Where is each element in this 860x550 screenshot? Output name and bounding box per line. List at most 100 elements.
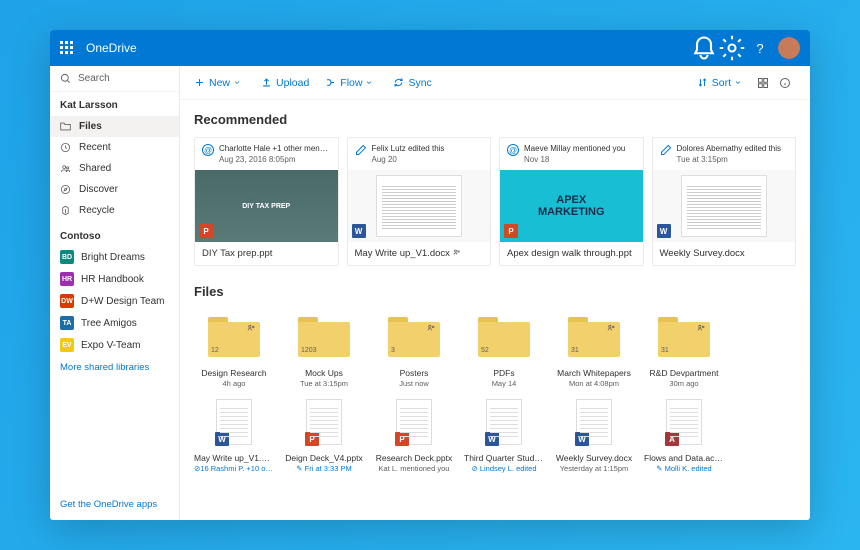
recommended-card[interactable]: @Charlotte Hale +1 other menti...Aug 23,… <box>194 137 339 266</box>
sort-icon <box>697 77 708 88</box>
nav-recent[interactable]: Recent <box>50 137 179 158</box>
file-name: Mock Ups <box>284 368 364 378</box>
info-pane-button[interactable] <box>774 72 796 94</box>
thumbnail <box>681 175 767 237</box>
toolbar: New Upload Flow Sync Sort <box>180 66 810 100</box>
file-item[interactable]: WThird Quarter Study.docx⊘ Lindsey L. ed… <box>464 394 544 473</box>
org-section-label: Contoso <box>50 221 179 246</box>
file-name: Weekly Survey.docx <box>554 453 634 463</box>
recommended-card[interactable]: Felix Lutz edited thisAug 20WMay Write u… <box>347 137 492 266</box>
file-name: Deign Deck_V4.pptx <box>284 453 364 463</box>
file-name: Design Research <box>194 368 274 378</box>
nav-discover[interactable]: Discover <box>50 179 179 200</box>
library-item[interactable]: TATree Amigos <box>50 312 179 334</box>
nav-shared[interactable]: Shared <box>50 158 179 179</box>
share-icon <box>427 323 436 332</box>
mention-icon: @ <box>507 144 519 156</box>
library-item[interactable]: EVExpo V-Team <box>50 334 179 356</box>
activity-time: Aug 23, 2016 8:05pm <box>219 155 329 165</box>
search-box[interactable]: Search <box>50 66 179 92</box>
nav-recycle[interactable]: Recycle <box>50 200 179 221</box>
nav-files[interactable]: Files <box>50 116 179 137</box>
file-name: Posters <box>374 368 454 378</box>
folder-item[interactable]: 12Design Research4h ago <box>194 309 274 388</box>
library-name: D+W Design Team <box>81 296 164 307</box>
item-count: 31 <box>661 347 669 354</box>
item-count: 3 <box>391 347 395 354</box>
file-subtitle: 30m ago <box>644 379 724 388</box>
library-badge: DW <box>60 294 74 308</box>
library-item[interactable]: HR HR Handbook <box>50 268 179 290</box>
activity-time: Tue at 3:15pm <box>677 155 782 165</box>
document-thumbnail: P <box>396 399 432 445</box>
thumbnail: APEXMARKETING <box>500 170 643 242</box>
view-tiles-button[interactable] <box>752 72 774 94</box>
folder-item[interactable]: 3 PostersJust now <box>374 309 454 388</box>
library-item[interactable]: DW D+W Design Team <box>50 290 179 312</box>
powerpoint-icon: P <box>199 224 213 238</box>
document-thumbnail: P <box>306 399 342 445</box>
document-thumbnail: A <box>666 399 702 445</box>
notifications-icon[interactable] <box>690 34 718 62</box>
powerpoint-icon: P <box>305 432 319 446</box>
library-badge: HR <box>60 272 74 286</box>
word-icon: W <box>657 224 671 238</box>
file-item[interactable]: WMay Write up_V1.docx⊘16 Rashmi P. +10 o… <box>194 394 274 473</box>
settings-icon[interactable] <box>718 34 746 62</box>
file-subtitle: May 14 <box>464 379 544 388</box>
file-name: May Write up_V1.docx <box>194 453 274 463</box>
library-name: Expo V-Team <box>81 340 140 351</box>
get-apps-link[interactable]: Get the OneDrive apps <box>50 489 179 520</box>
chevron-down-icon <box>233 77 241 88</box>
flow-button[interactable]: Flow <box>325 77 377 89</box>
thumbnail <box>376 175 462 237</box>
folder-item[interactable]: 52PDFsMay 14 <box>464 309 544 388</box>
file-subtitle: Yesterday at 1:15pm <box>554 464 634 473</box>
chevron-down-icon <box>734 77 742 88</box>
search-placeholder: Search <box>78 73 110 84</box>
folder-item[interactable]: 1203 Mock UpsTue at 3:15pm <box>284 309 364 388</box>
help-icon[interactable]: ? <box>746 34 774 62</box>
file-name: Apex design walk through.ppt <box>500 242 643 265</box>
library-item[interactable]: BDBright Dreams <box>50 246 179 268</box>
share-icon <box>453 248 461 256</box>
file-subtitle: Mon at 4:08pm <box>554 379 634 388</box>
clock-icon <box>60 142 71 153</box>
activity-time: Nov 18 <box>524 155 625 165</box>
file-subtitle: Tue at 3:15pm <box>284 379 364 388</box>
user-avatar[interactable] <box>778 37 800 59</box>
file-subtitle: ⊘16 Rashmi P. +10 others <box>194 464 274 473</box>
sort-button[interactable]: Sort <box>697 77 746 89</box>
app-title: OneDrive <box>86 41 137 55</box>
folder-icon <box>60 121 71 132</box>
info-icon <box>779 77 791 89</box>
file-item[interactable]: PResearch Deck.pptxKat L. mentioned you <box>374 394 454 473</box>
sync-button[interactable]: Sync <box>393 77 431 89</box>
more-libraries-link[interactable]: More shared libraries <box>50 356 179 379</box>
file-name: March Whitepapers <box>554 368 634 378</box>
flow-icon <box>325 77 336 88</box>
activity-text: Charlotte Hale +1 other menti... <box>219 144 329 154</box>
file-item[interactable]: WWeekly Survey.docxYesterday at 1:15pm <box>554 394 634 473</box>
file-subtitle: ⊘ Lindsey L. edited <box>464 464 544 473</box>
plus-icon <box>194 77 205 88</box>
folder-item[interactable]: 31R&D Devpartment30m ago <box>644 309 724 388</box>
powerpoint-icon: P <box>504 224 518 238</box>
sync-icon <box>393 77 404 88</box>
tiles-icon <box>757 77 769 89</box>
app-launcher-icon[interactable] <box>60 41 74 55</box>
recommended-card[interactable]: Dolores Abernathy edited thisTue at 3:15… <box>652 137 797 266</box>
recommended-card[interactable]: @Maeve Millay mentioned youNov 18APEXMAR… <box>499 137 644 266</box>
folder-icon: 31 <box>568 317 620 357</box>
item-count: 1203 <box>301 347 317 354</box>
new-button[interactable]: New <box>194 77 245 89</box>
upload-button[interactable]: Upload <box>261 77 309 89</box>
file-item[interactable]: AFlows and Data.accdb✎ Molli K. edited <box>644 394 724 473</box>
library-name: HR Handbook <box>81 274 144 285</box>
file-subtitle: Just now <box>374 379 454 388</box>
file-item[interactable]: PDeign Deck_V4.pptx✎ Fri at 3:33 PM <box>284 394 364 473</box>
upload-icon <box>261 77 272 88</box>
folder-item[interactable]: 31 March WhitepapersMon at 4:08pm <box>554 309 634 388</box>
thumbnail: DIY TAX PREP <box>195 170 338 242</box>
file-name: May Write up_V1.docx <box>348 242 491 265</box>
